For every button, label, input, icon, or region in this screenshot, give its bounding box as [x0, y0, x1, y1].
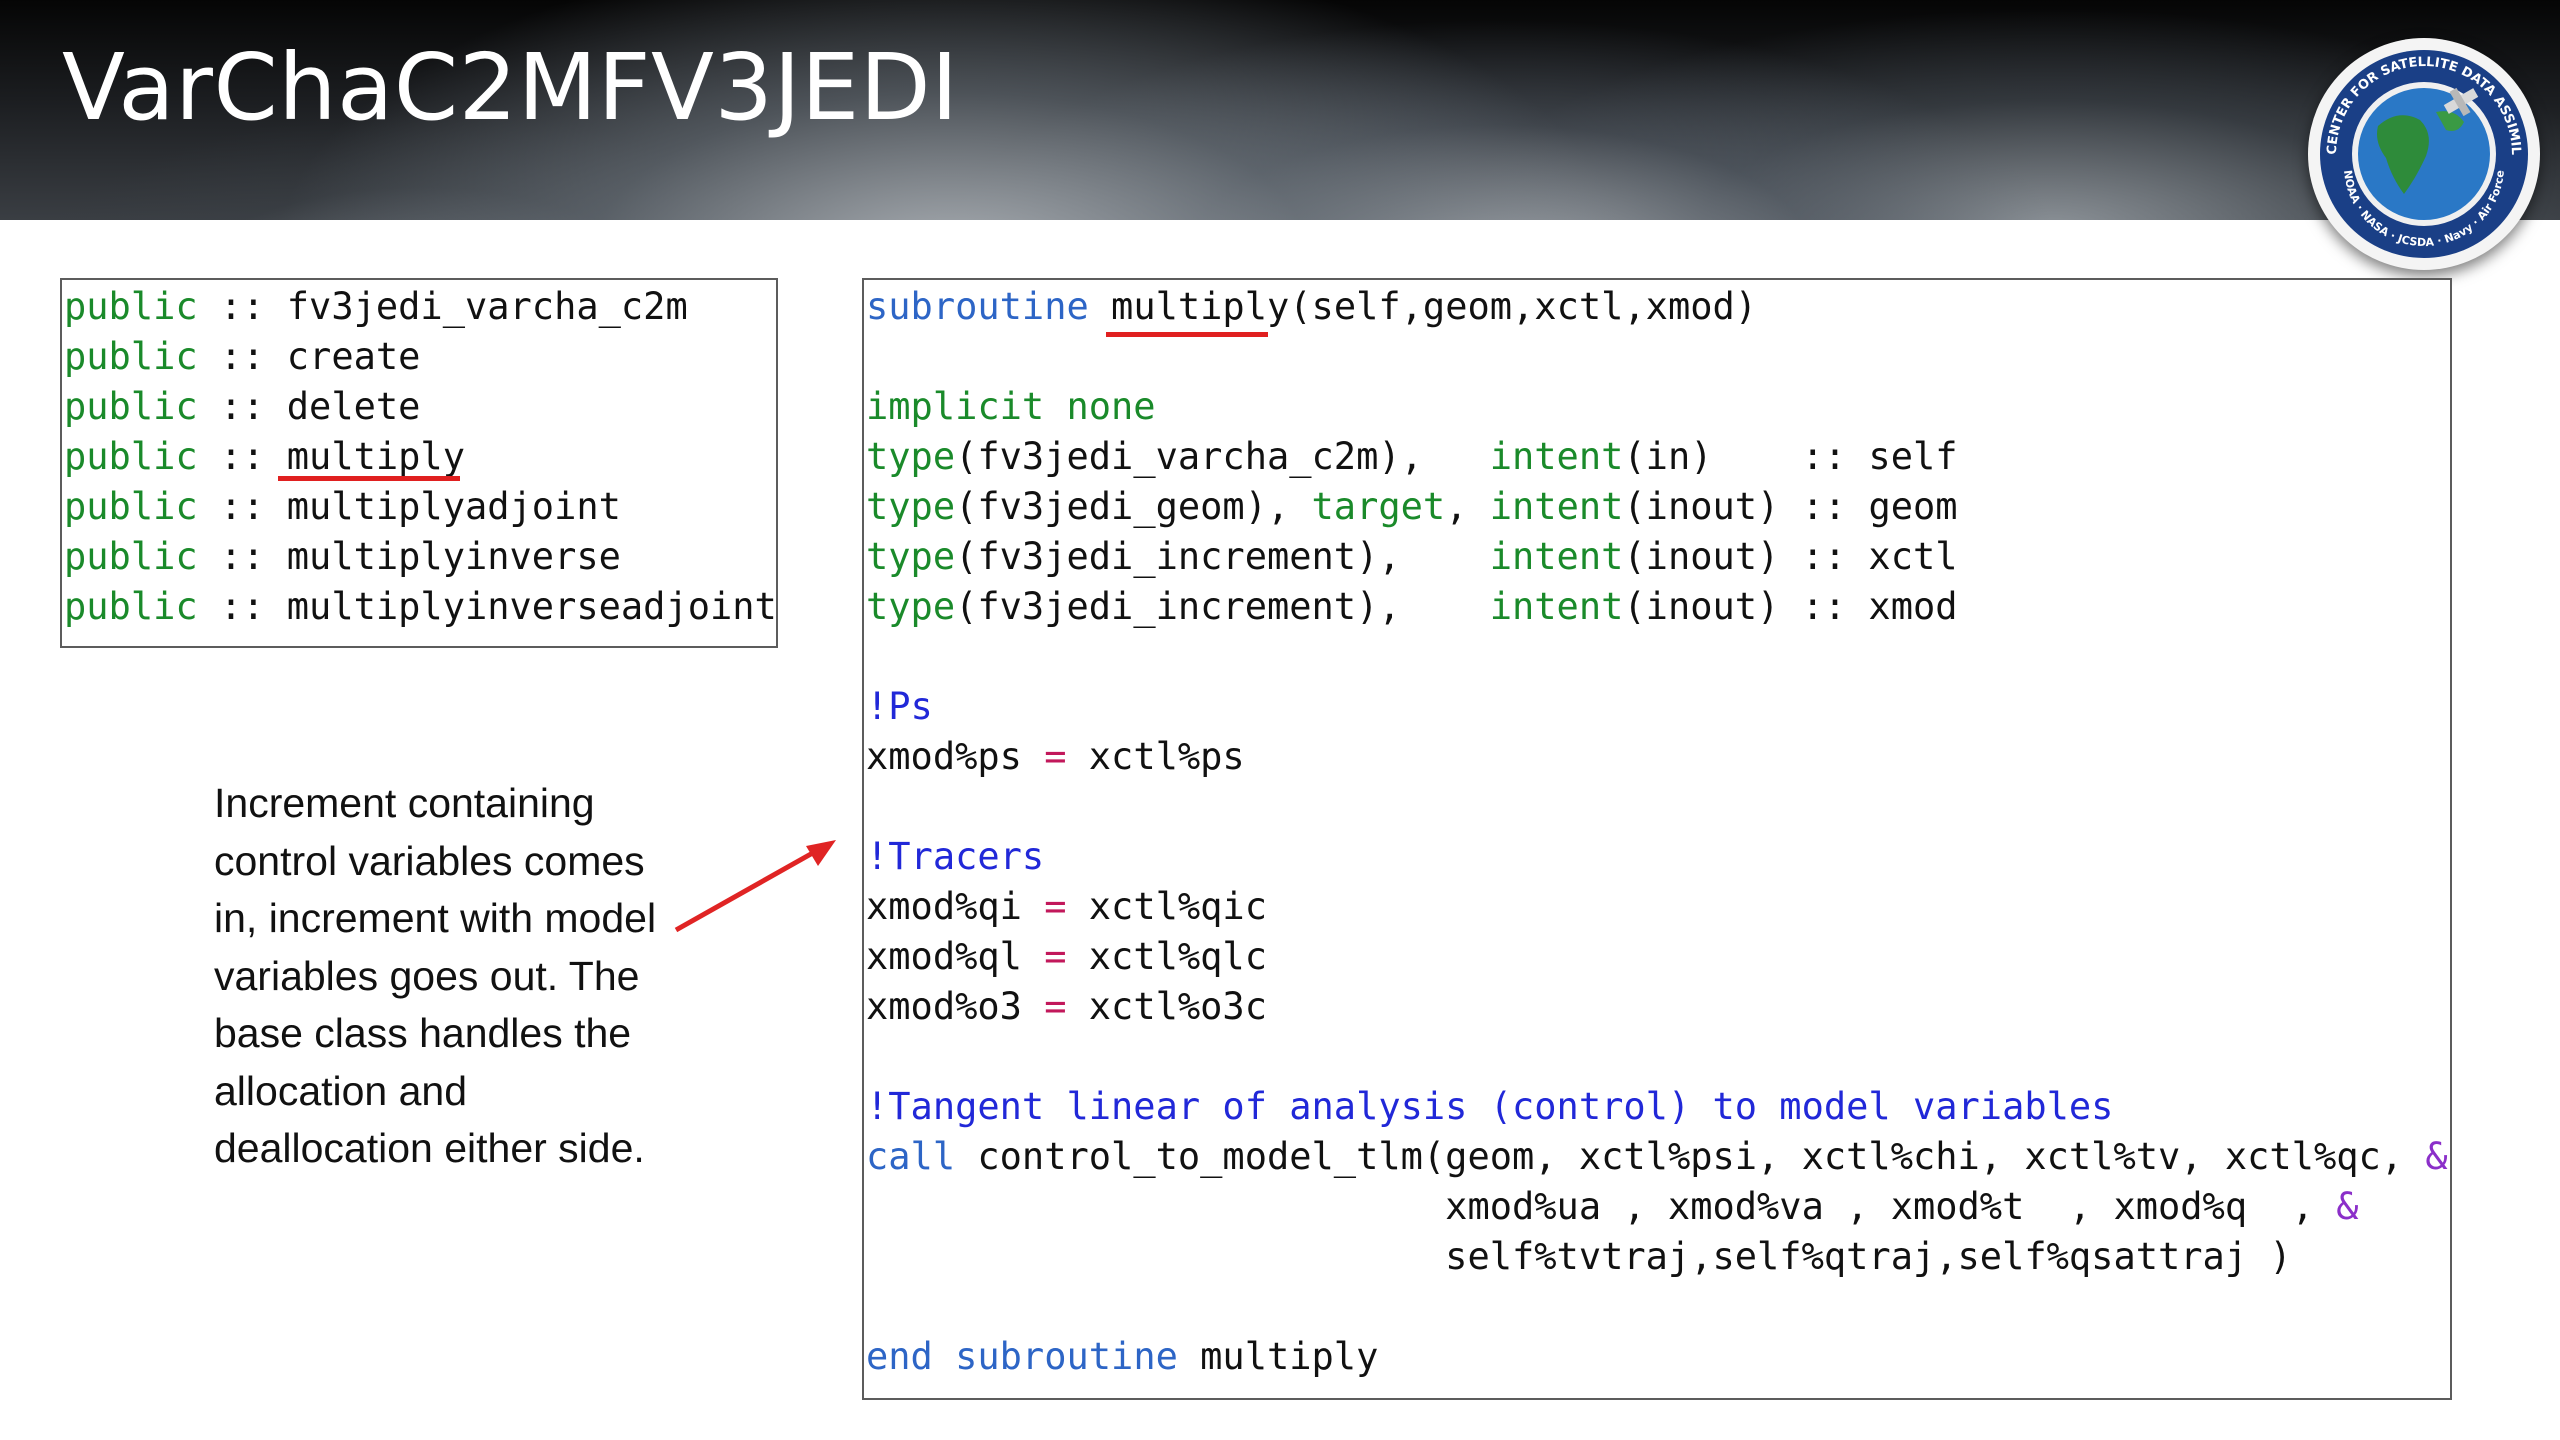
- code-line-call: call control_to_model_tlm(geom, xctl%psi…: [866, 1135, 2448, 1178]
- multiply-signature-underline: [1106, 332, 1268, 337]
- code-line-decl-xctl: type(fv3jedi_increment), intent(inout) :…: [866, 535, 1958, 578]
- public-decl-line: public :: delete: [64, 385, 421, 428]
- public-decl-line: public :: fv3jedi_varcha_c2m: [64, 285, 688, 328]
- code-comment-tracers: !Tracers: [866, 835, 1045, 878]
- code-line-end-subroutine: end subroutine multiply: [866, 1335, 1379, 1378]
- code-comment-tangent-linear: !Tangent linear of analysis (control) to…: [866, 1085, 2114, 1128]
- code-line-implicit: implicit none: [866, 385, 1156, 428]
- public-decl-line-multiply: public :: multiply: [64, 435, 465, 478]
- code-line-assign-ql: xmod%ql = xctl%qlc: [866, 935, 1267, 978]
- code-line-signature: subroutine multiply(self,geom,xctl,xmod): [866, 285, 1758, 328]
- code-line-call-cont1: xmod%ua , xmod%va , xmod%t , xmod%q , &: [866, 1185, 2359, 1228]
- code-line-assign-qi: xmod%qi = xctl%qic: [866, 885, 1267, 928]
- public-decl-line: public :: multiplyinverseadjoint: [64, 585, 777, 628]
- multiply-highlight-underline: [278, 476, 460, 481]
- code-line-decl-self: type(fv3jedi_varcha_c2m), intent(in) :: …: [866, 435, 1958, 478]
- code-line-decl-geom: type(fv3jedi_geom), target, intent(inout…: [866, 485, 1958, 528]
- code-line-call-cont2: self%tvtraj,self%qtraj,self%qsattraj ): [866, 1235, 2292, 1278]
- public-decl-line: public :: multiplyinverse: [64, 535, 621, 578]
- public-declarations-box: public :: fv3jedi_varcha_c2m public :: c…: [60, 278, 778, 648]
- public-decl-line: public :: create: [64, 335, 421, 378]
- code-comment-ps: !Ps: [866, 685, 933, 728]
- description-text: Increment containing control variables c…: [214, 780, 657, 1171]
- code-line-assign-ps: xmod%ps = xctl%ps: [866, 735, 1245, 778]
- jcsda-logo: JOINT CENTER FOR SATELLITE DATA ASSIMILA…: [2308, 38, 2540, 270]
- public-decl-line: public :: multiplyadjoint: [64, 485, 621, 528]
- subroutine-code-box: subroutine multiply(self,geom,xctl,xmod)…: [862, 278, 2452, 1400]
- code-line-decl-xmod: type(fv3jedi_increment), intent(inout) :…: [866, 585, 1958, 628]
- slide-title: VarChaC2MFV3JEDI: [62, 34, 959, 141]
- code-line-assign-o3: xmod%o3 = xctl%o3c: [866, 985, 1267, 1028]
